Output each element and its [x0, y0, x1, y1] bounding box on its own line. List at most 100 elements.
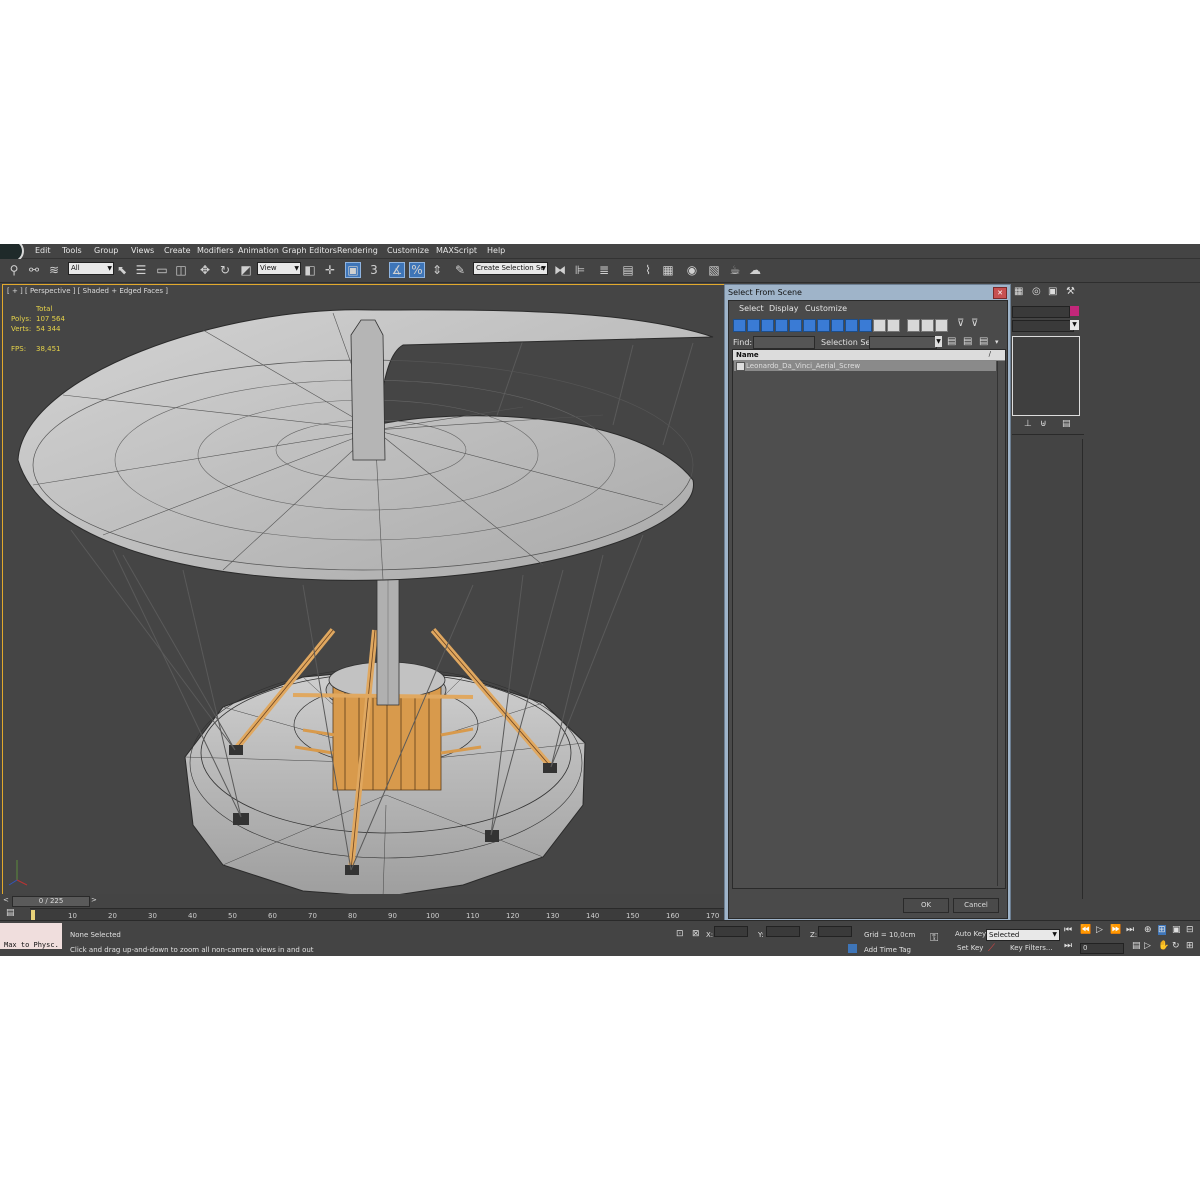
- key-filters-button[interactable]: Key Filters...: [1010, 943, 1053, 953]
- lock-selection-icon[interactable]: ⊡: [676, 929, 684, 939]
- next-frame-arrow[interactable]: >: [91, 896, 97, 904]
- display-invert-icon[interactable]: [935, 319, 948, 332]
- rotate-icon[interactable]: ↻: [217, 262, 233, 278]
- menu-customize[interactable]: Customize: [387, 246, 429, 255]
- curve-editor-icon[interactable]: ⌇: [640, 262, 656, 278]
- add-time-tag[interactable]: Add Time Tag: [864, 946, 911, 954]
- link-icon[interactable]: ⚲: [6, 262, 22, 278]
- menu-animation[interactable]: Animation: [238, 246, 279, 255]
- aerial-screw-model[interactable]: [3, 285, 725, 900]
- dialog-menu-customize[interactable]: Customize: [805, 304, 847, 313]
- select-object-icon[interactable]: ⬉: [114, 262, 130, 278]
- display-groups-icon[interactable]: [817, 319, 830, 332]
- menu-views[interactable]: Views: [131, 246, 154, 255]
- render-production-icon[interactable]: ☁: [747, 262, 763, 278]
- select-invert-icon[interactable]: ▤: [979, 336, 988, 347]
- menu-create[interactable]: Create: [164, 246, 191, 255]
- scene-object-list[interactable]: Name / Leonardo_Da_Vinci_Aerial_Screw: [732, 349, 1006, 889]
- list-header[interactable]: Name /: [733, 350, 1005, 361]
- go-to-start-icon[interactable]: ⏮: [1064, 925, 1072, 935]
- transform-type-in-icon[interactable]: ⊠: [692, 929, 700, 939]
- dialog-menu-select[interactable]: Select: [739, 304, 764, 313]
- current-frame-field[interactable]: 0: [1080, 943, 1124, 954]
- display-all-icon[interactable]: [907, 319, 920, 332]
- dialog-menu-display[interactable]: Display: [769, 304, 799, 313]
- go-to-end-icon[interactable]: ⏭: [1126, 925, 1134, 935]
- auto-key-button[interactable]: Auto Key: [955, 929, 986, 939]
- layer-manager-icon[interactable]: ≣: [596, 262, 612, 278]
- configure-modifier-sets-icon[interactable]: ▤: [1062, 419, 1072, 429]
- graphite-tools-icon[interactable]: ▤: [620, 262, 636, 278]
- render-setup-icon[interactable]: ▧: [706, 262, 722, 278]
- scale-icon[interactable]: ◩: [238, 262, 254, 278]
- menu-rendering[interactable]: Rendering: [337, 246, 378, 255]
- display-containers-icon[interactable]: [859, 319, 872, 332]
- sort-icon[interactable]: /: [989, 350, 991, 358]
- name-column-header[interactable]: Name: [736, 351, 759, 359]
- edit-named-selection-icon[interactable]: ✎: [452, 262, 468, 278]
- list-item[interactable]: Leonardo_Da_Vinci_Aerial_Screw: [734, 361, 996, 371]
- utilities-panel-icon[interactable]: ◎: [1032, 286, 1044, 298]
- modifier-stack[interactable]: [1012, 336, 1080, 416]
- time-cursor[interactable]: [31, 910, 35, 920]
- default-in-out-tangent-icon[interactable]: ⟋: [988, 943, 995, 954]
- display-cameras-icon[interactable]: [775, 319, 788, 332]
- object-name-field[interactable]: [1012, 306, 1070, 318]
- select-all-icon[interactable]: ▤: [947, 336, 956, 347]
- display-helpers-icon[interactable]: [789, 319, 802, 332]
- menu-tools[interactable]: Tools: [62, 246, 82, 255]
- rectangular-selection-icon[interactable]: ▭: [154, 262, 170, 278]
- hammer-icon[interactable]: ⚒: [1066, 286, 1078, 298]
- named-selection-sets-dropdown[interactable]: Create Selection Se: [473, 262, 548, 275]
- z-coord-field[interactable]: [818, 926, 852, 937]
- menu-help[interactable]: Help: [487, 246, 505, 255]
- list-scrollbar[interactable]: [997, 361, 1005, 886]
- menu-modifiers[interactable]: Modifiers: [197, 246, 234, 255]
- pin-stack-icon[interactable]: ⊥: [1024, 419, 1034, 429]
- display-lights-icon[interactable]: [761, 319, 774, 332]
- filter-selected-icon[interactable]: ⊽: [971, 318, 978, 329]
- percent-snap-icon[interactable]: %: [409, 262, 425, 278]
- snaps-toggle-icon[interactable]: 3: [366, 262, 382, 278]
- y-coord-field[interactable]: [766, 926, 800, 937]
- display-bones-icon[interactable]: [845, 319, 858, 332]
- spinner-snap-icon[interactable]: ⇕: [429, 262, 445, 278]
- field-of-view-icon[interactable]: ▷: [1144, 941, 1151, 951]
- bind-space-warp-icon[interactable]: ≋: [46, 262, 62, 278]
- key-icon[interactable]: ⚿: [930, 931, 938, 945]
- schematic-view-icon[interactable]: ▦: [660, 262, 676, 278]
- maxscript-mini-listener[interactable]: Max to Physc.: [0, 923, 62, 949]
- mirror-icon[interactable]: ⧓: [552, 262, 568, 278]
- object-color-swatch[interactable]: [1070, 306, 1079, 316]
- display-shapes-icon[interactable]: [747, 319, 760, 332]
- zoom-icon[interactable]: ⊕: [1144, 925, 1152, 935]
- motion-panel-icon[interactable]: ▣: [1048, 286, 1060, 298]
- modifier-list-dropdown[interactable]: [1012, 320, 1074, 332]
- align-icon[interactable]: ⊫: [572, 262, 588, 278]
- chevron-down-icon[interactable]: ▼: [1070, 320, 1079, 330]
- play-icon[interactable]: ▷: [1096, 925, 1103, 935]
- ok-button[interactable]: OK: [903, 898, 949, 913]
- material-editor-icon[interactable]: ◉: [684, 262, 700, 278]
- display-hidden-icon[interactable]: [887, 319, 900, 332]
- display-xrefs-icon[interactable]: [831, 319, 844, 332]
- cancel-button[interactable]: Cancel: [953, 898, 999, 913]
- display-frozen-icon[interactable]: [873, 319, 886, 332]
- reference-coordinate-dropdown[interactable]: View: [257, 262, 301, 275]
- menu-group[interactable]: Group: [94, 246, 118, 255]
- maximize-viewport-icon[interactable]: ⊞: [1186, 941, 1194, 951]
- orbit-icon[interactable]: ↻: [1172, 941, 1180, 951]
- menu-maxscript[interactable]: MAXScript: [436, 246, 477, 255]
- display-geometry-icon[interactable]: [733, 319, 746, 332]
- pivot-center-icon[interactable]: ◧: [302, 262, 318, 278]
- curve-editor-mini-icon[interactable]: ▤: [6, 908, 20, 918]
- key-mode-dropdown[interactable]: Selected ▼: [986, 929, 1060, 941]
- selection-filter-dropdown[interactable]: All: [68, 262, 114, 275]
- select-none-icon[interactable]: ▤: [963, 336, 972, 347]
- close-icon[interactable]: ✕: [993, 287, 1007, 299]
- set-key-button[interactable]: Set Key: [957, 943, 983, 953]
- filter-icon[interactable]: ⊽: [957, 318, 964, 329]
- time-slider[interactable]: 0 / 225: [12, 896, 90, 907]
- rendered-frame-window-icon[interactable]: ☕: [727, 262, 743, 278]
- manipulate-icon[interactable]: ✛: [322, 262, 338, 278]
